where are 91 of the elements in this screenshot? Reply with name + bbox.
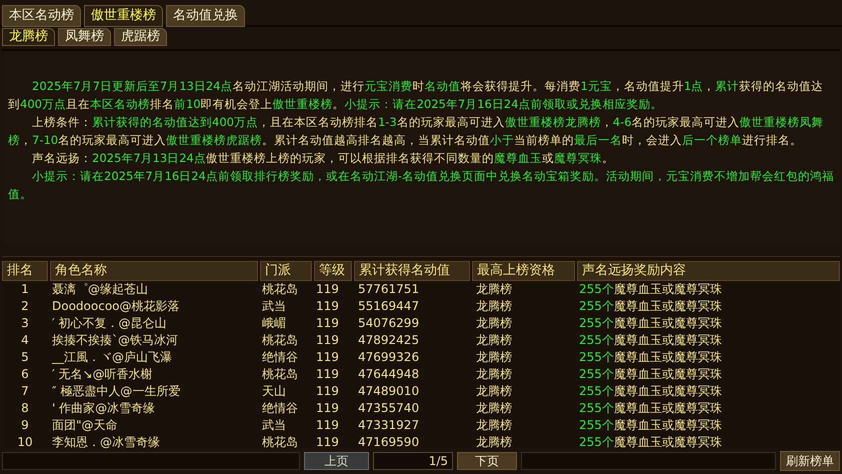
tab[interactable]: 名动值兑换 [166,5,245,27]
table-cell-text: 聂漓゜@缘起苍山 [51,281,149,298]
table-cell-text: 47169590 [357,434,420,451]
column-header: 累计获得名动值 [354,261,470,281]
table-cell-text: 龙腾榜 [475,417,513,434]
table-cell-text: 119 [315,281,340,298]
table-cell-text: 7 [20,383,30,400]
table-cell-text: 255个魔尊血玉或魔尊冥珠 [578,417,723,434]
description-paragraph: 上榜条件：累计获得的名动值达到400万点，且在本区名动榜排名 1-3名的玩家最高可进入傲世重楼榜龙腾榜，4-6名的玩家最高可进入傲世重楼榜凤舞榜，7-10名的玩家最高可进入傲世重楼榜虎踞榜。累计名动值越高排名越高，当累计名动值小于当前榜单的最后一名 时，会进入后一个榜单进行排名。 [8,114,825,149]
table-cell-text: 武当 [261,417,287,434]
description-paragraph: 小提示：请在2025年7月16日24点前领取排行榜奖励，或在名动江湖-名动值兑换页面中兑换名动宝箱奖励。活动期间，元宝消费不增加帮会红包的鸿福值。 [8,168,834,203]
table-cell-text: 119 [315,434,340,451]
table-cell-text: 李知恩．@冰雪奇缘 [51,434,161,451]
table-cell-text: 255个魔尊血玉或魔尊冥珠 [578,281,723,298]
table-cell-text: 龙腾榜 [475,281,513,298]
column-header: 等级 [314,261,352,281]
table-cell-text: 47331927 [357,417,420,434]
table-cell-text: 119 [315,315,340,332]
table-cell-text: ″ 極恶盡中人@一生所爱 [51,383,182,400]
column-header: 门派 [260,261,312,281]
table-cell-text: 255个魔尊血玉或魔尊冥珠 [578,434,723,451]
table-cell-text: 桃花岛 [261,366,299,383]
page-indicator: 1/5 [373,452,453,470]
table-cell-text: 255个魔尊血玉或魔尊冥珠 [578,349,723,366]
table-cell-text: 1 [20,281,30,298]
table-cell-text: 47644948 [357,366,420,383]
table-cell-text: ' 作曲家@冰雪奇缘 [51,400,156,417]
next-page-button[interactable]: 下页 [457,452,517,470]
table-cell-text: 47699326 [357,349,420,366]
table-cell-text: 255个魔尊血玉或魔尊冥珠 [578,332,723,349]
table-cell-text: 桃花岛 [261,281,299,298]
table-cell-text: ′ 无名↘@听香水榭 [51,366,154,383]
table-cell-text: 3 [20,315,30,332]
table-cell-text: 5 [20,349,30,366]
table-cell-text: 57761751 [357,281,420,298]
refresh-list-button[interactable]: 刷新榜单 [780,451,840,471]
column-header: 排名 [2,261,48,281]
table-cell-text: 挨揍不挨揍ˋ@铁马冰河 [51,332,179,349]
table-cell-text: 6 [20,366,30,383]
table-cell-text: 龙腾榜 [475,298,513,315]
table-cell-text: 119 [315,383,340,400]
table-cell-text: 119 [315,298,340,315]
table-cell-text: 桃花岛 [261,434,299,451]
tab[interactable]: 本区名动榜 [2,5,81,27]
table-cell-text: 绝情谷 [261,400,299,417]
table-cell-text: 龙腾榜 [475,400,513,417]
table-cell-text: 9 [20,417,30,434]
table-cell-text: 龙腾榜 [475,349,513,366]
table-cell-text: 119 [315,366,340,383]
table-cell-text: 255个魔尊血玉或魔尊冥珠 [578,383,723,400]
table-cell-text: 峨嵋 [261,315,287,332]
column-header: 最高上榜资格 [472,261,575,281]
table-cell-text: 47355740 [357,400,420,417]
table-cell-text: 55169447 [357,298,420,315]
table-cell-text: 47489010 [357,383,420,400]
table-cell-text: 8 [20,400,30,417]
table-cell-text: 10 [16,434,34,451]
column-header: 角色名称 [50,261,258,281]
table-cell-text: Doodoocoo@桃花影落 [51,298,181,315]
column-header: 声名远扬奖励内容 [577,261,840,281]
table-cell-text: 龙腾榜 [475,434,513,451]
table-cell-text: 255个魔尊血玉或魔尊冥珠 [578,315,723,332]
table-cell-text: 54076299 [357,315,420,332]
table-cell-text: 47892425 [357,332,420,349]
table-cell-text: 119 [315,349,340,366]
table-cell-text: 龙腾榜 [475,383,513,400]
previous-page-button[interactable]: 上页 [304,452,369,470]
tab[interactable]: 傲世重楼榜 [84,5,163,27]
table-cell-text: 武当 [261,298,287,315]
tab[interactable]: 虎踞榜 [114,28,167,46]
table-cell-text: 龙腾榜 [475,366,513,383]
table-cell-text: 4 [20,332,30,349]
table-cell-text: 255个魔尊血玉或魔尊冥珠 [578,400,723,417]
table-cell-text: 119 [315,332,340,349]
table-cell-text: 龙腾榜 [475,315,513,332]
table-cell-text: 天山 [261,383,287,400]
tab[interactable]: 凤舞榜 [58,28,111,46]
table-cell-text: ′ 初心不复．@昆仑山 [51,315,168,332]
table-cell-text: 绝情谷 [261,349,299,366]
table-cell-text: 面团"@天命 [51,417,119,434]
table-cell-text: 255个魔尊血玉或魔尊冥珠 [578,298,723,315]
description-paragraph: 2025年7月7日更新后至7月13日24点名动江湖活动期间，进行元宝消费时名动值将会获得提升。每消费1元宝，名动值提升1点，累计获得的名动值达到400万点且在本区名动榜排名前10即有机会登上傲世重楼榜。小提示：请在2025年7月16日24点前领取或兑换相应奖励。 [8,78,824,113]
table-cell-text: 255个魔尊血玉或魔尊冥珠 [578,366,723,383]
table-cell-text: 119 [315,417,340,434]
table-cell-text: 龙腾榜 [475,332,513,349]
table-cell-text: 桃花岛 [261,332,299,349]
table-cell-text: 2 [20,298,30,315]
description-paragraph: 声名远扬：2025年7月13日24点傲世重楼榜上榜的玩家，可以根据排名获得不同数量的魔尊血玉或魔尊冥珠。 [31,150,615,167]
tab[interactable]: 龙腾榜 [2,28,55,46]
table-cell-text: 119 [315,400,340,417]
table-cell-text: __江風．ヾ@庐山飞瀑 [50,349,173,366]
